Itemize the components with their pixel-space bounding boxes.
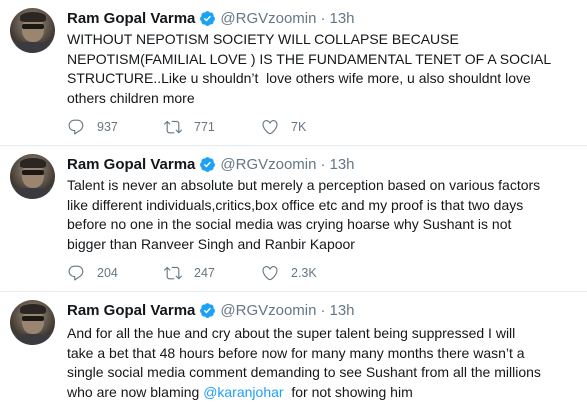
timestamp[interactable]: 13h <box>329 10 354 27</box>
retweet-icon <box>164 266 182 280</box>
like-button[interactable]: 7K <box>261 118 358 136</box>
like-button[interactable]: 2.3K <box>261 264 358 282</box>
verified-icon <box>199 302 216 319</box>
author-handle[interactable]: @RGVzoomin <box>220 302 316 319</box>
separator-dot: · <box>320 9 326 27</box>
avatar[interactable] <box>10 300 55 345</box>
reply-icon <box>68 119 84 135</box>
retweet-button[interactable]: 771 <box>164 118 261 136</box>
avatar[interactable] <box>10 154 55 199</box>
mention-link[interactable]: @karanjohar <box>203 384 283 400</box>
retweet-count: 247 <box>194 266 215 280</box>
author-handle[interactable]: @RGVzoomin <box>220 10 316 27</box>
tweet[interactable]: Ram Gopal Varma @RGVzoomin · 13h Talent … <box>0 146 587 292</box>
author-name[interactable]: Ram Gopal Varma <box>67 156 195 173</box>
reply-icon <box>68 265 84 281</box>
tweet-header: Ram Gopal Varma @RGVzoomin · 13h <box>67 8 355 28</box>
separator-dot: · <box>320 155 326 173</box>
reply-button[interactable]: 204 <box>67 264 164 282</box>
tweet-text: Talent is never an absolute but merely a… <box>67 177 541 252</box>
author-name[interactable]: Ram Gopal Varma <box>67 302 195 319</box>
like-count: 2.3K <box>291 266 317 280</box>
like-icon <box>262 120 278 135</box>
tweet[interactable]: Ram Gopal Varma @RGVzoomin · 13h WITHOUT… <box>0 0 587 146</box>
tweet-header: Ram Gopal Varma @RGVzoomin · 13h <box>67 300 355 320</box>
reply-count: 937 <box>97 120 118 134</box>
timestamp[interactable]: 13h <box>329 156 354 173</box>
separator-dot: · <box>320 301 326 319</box>
retweet-button[interactable]: 247 <box>164 264 261 282</box>
like-count: 7K <box>291 120 307 134</box>
verified-icon <box>199 156 216 173</box>
reply-button[interactable]: 937 <box>67 118 164 136</box>
tweet-actions: 937 771 7K <box>67 117 358 137</box>
tweet-header: Ram Gopal Varma @RGVzoomin · 13h <box>67 154 355 174</box>
tweet-text-part: for not showing him <box>283 383 413 400</box>
tweet[interactable]: Ram Gopal Varma @RGVzoomin · 13h And for… <box>0 292 587 404</box>
retweet-count: 771 <box>194 120 215 134</box>
verified-icon <box>199 10 216 27</box>
reply-count: 204 <box>97 266 118 280</box>
author-name[interactable]: Ram Gopal Varma <box>67 10 195 27</box>
like-icon <box>262 266 278 281</box>
avatar[interactable] <box>10 8 55 53</box>
tweet-actions: 204 247 2.3K <box>67 263 358 283</box>
tweet-text: WITHOUT NEPOTISM SOCIETY WILL COLLAPSE B… <box>67 31 552 106</box>
timestamp[interactable]: 13h <box>329 302 354 319</box>
author-handle[interactable]: @RGVzoomin <box>220 156 316 173</box>
tweet-text: And for all the hue and cry about the su… <box>67 324 577 402</box>
retweet-icon <box>164 120 182 134</box>
